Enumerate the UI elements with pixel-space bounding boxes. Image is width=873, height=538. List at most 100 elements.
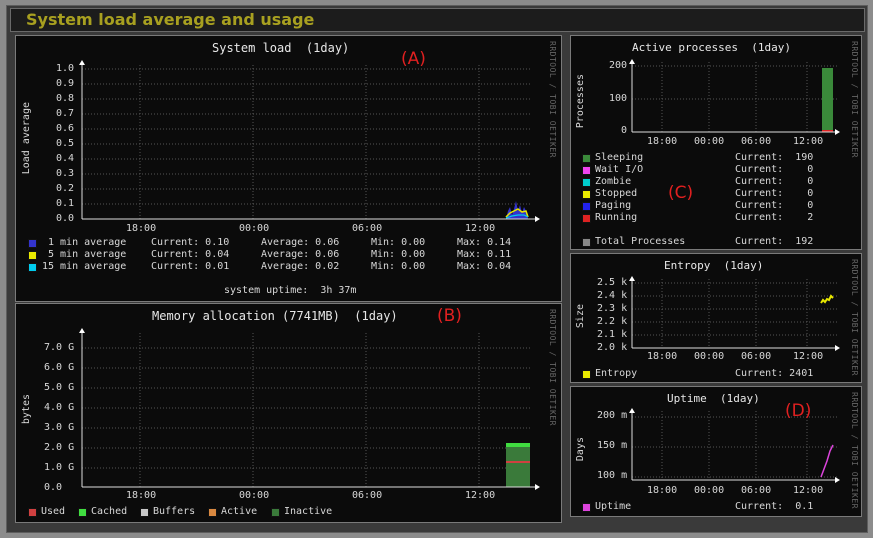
legend-name: Active: [221, 506, 258, 517]
load-side-label: RRDTOOL / TOBI OETIKER: [548, 41, 557, 158]
legend-swatch: [582, 178, 591, 187]
entropy-ytick: 2.1 k: [597, 329, 628, 340]
load-ytick: 0.3: [56, 168, 75, 179]
legend-current: Current: 2401: [735, 368, 814, 379]
legend-current: Current: 0.10: [151, 237, 230, 248]
legend-current: Current: 190: [735, 152, 814, 163]
legend-swatch: [582, 202, 591, 211]
legend-name: Buffers: [153, 506, 196, 517]
legend-swatch: [28, 508, 37, 517]
annotation-b: (B): [437, 306, 462, 326]
memory-ytick: 2.0 G: [44, 442, 75, 453]
legend-name: 5 min average: [48, 249, 127, 260]
legend-current: Current: 0: [735, 176, 814, 187]
legend-average: Average: 0.06: [261, 249, 340, 260]
legend-name: Wait I/O: [595, 164, 644, 175]
legend-name: Used: [41, 506, 66, 517]
memory-plot: [79, 328, 540, 490]
legend-min: Min: 0.00: [371, 237, 426, 248]
entropy-xtick: 06:00: [741, 351, 772, 362]
legend-swatch: [582, 190, 591, 199]
memory-side-label: RRDTOOL / TOBI OETIKER: [548, 309, 557, 426]
legend-current: Current: 192: [735, 236, 814, 247]
legend-name: Inactive: [284, 506, 333, 517]
memory-panel: Memory allocation (7741MB) (1day) RRDTOO…: [15, 303, 562, 523]
load-ytick: 0.2: [56, 183, 75, 194]
memory-xtick: 18:00: [126, 490, 157, 501]
memory-title: Memory allocation (7741MB) (1day): [152, 309, 398, 323]
memory-series: [506, 443, 530, 487]
processes-series: [822, 68, 833, 132]
memory-xtick: 06:00: [352, 490, 383, 501]
memory-xtick: 00:00: [239, 490, 270, 501]
processes-title: Active processes (1day): [632, 41, 791, 54]
legend-name: Running: [595, 212, 638, 223]
legend-max: Max: 0.14: [457, 237, 512, 248]
entropy-xtick: 12:00: [793, 351, 824, 362]
load-ytick: 0.4: [56, 153, 75, 164]
legend-average: Average: 0.06: [261, 237, 340, 248]
legend-name: Cached: [91, 506, 128, 517]
load-xtick: 06:00: [352, 223, 383, 234]
processes-xtick: 00:00: [694, 136, 725, 147]
memory-ytick: 0.0: [44, 482, 63, 493]
load-ytick: 0.0: [56, 213, 75, 224]
legend-average: Average: 0.02: [261, 261, 340, 272]
legend-swatch: [582, 238, 591, 247]
load-ytick: 0.7: [56, 108, 75, 119]
legend-name: Sleeping: [595, 152, 644, 163]
entropy-ytick: 2.4 k: [597, 290, 628, 301]
legend-name: Paging: [595, 200, 632, 211]
legend-swatch: [28, 239, 37, 248]
legend-current: Current: 0: [735, 200, 814, 211]
load-ytick: 0.9: [56, 78, 75, 89]
load-panel: System load (1day) RRDTOOL / TOBI OETIKE…: [15, 35, 562, 302]
legend-name: 1 min average: [48, 237, 127, 248]
entropy-ytick: 2.5 k: [597, 277, 628, 288]
processes-ytick: 200: [609, 60, 628, 71]
load-plot: [79, 60, 540, 222]
legend-current: Current: 0.01: [151, 261, 230, 272]
entropy-ylabel: Size: [575, 304, 586, 329]
processes-xtick: 18:00: [647, 136, 678, 147]
entropy-xtick: 18:00: [647, 351, 678, 362]
uptime-xtick: 18:00: [647, 485, 678, 496]
entropy-title: Entropy (1day): [664, 259, 764, 272]
legend-name: Stopped: [595, 188, 638, 199]
annotation-c: (C): [668, 183, 694, 203]
system-uptime: system uptime: 3h 37m: [224, 285, 357, 296]
entropy-ytick: 2.2 k: [597, 316, 628, 327]
legend-name: Entropy: [595, 368, 638, 379]
legend-current: Current: 2: [735, 212, 814, 223]
uptime-ytick: 200 m: [597, 410, 628, 421]
annotation-d: (D): [785, 401, 812, 421]
load-ylabel: Load average: [21, 102, 32, 175]
entropy-ytick: 2.0 k: [597, 342, 628, 353]
processes-xtick: 06:00: [741, 136, 772, 147]
uptime-xtick: 12:00: [793, 485, 824, 496]
legend-current: Current: 0: [735, 188, 814, 199]
processes-panel: Active processes (1day) RRDTOOL / TOBI O…: [570, 35, 862, 250]
uptime-ylabel: Days: [575, 437, 586, 462]
memory-ytick: 7.0 G: [44, 342, 75, 353]
load-ytick: 0.1: [56, 198, 75, 209]
entropy-ytick: 2.3 k: [597, 303, 628, 314]
legend-swatch: [582, 154, 591, 163]
page-title: System load average and usage: [26, 10, 315, 29]
entropy-plot: [629, 276, 840, 351]
memory-ytick: 1.0 G: [44, 462, 75, 473]
title-bar: System load average and usage: [10, 8, 865, 32]
legend-swatch: [582, 370, 591, 379]
legend-name: Zombie: [595, 176, 632, 187]
uptime-panel: Uptime (1day) RRDTOOL / TOBI OETIKER Day…: [570, 386, 862, 517]
legend-name: Total Processes: [595, 236, 686, 247]
legend-swatch: [582, 214, 591, 223]
memory-ytick: 4.0 G: [44, 402, 75, 413]
uptime-xtick: 06:00: [741, 485, 772, 496]
load-xtick: 12:00: [465, 223, 496, 234]
uptime-xtick: 00:00: [694, 485, 725, 496]
legend-max: Max: 0.04: [457, 261, 512, 272]
uptime-ytick: 150 m: [597, 440, 628, 451]
load-xtick: 18:00: [126, 223, 157, 234]
legend-swatch: [78, 508, 87, 517]
